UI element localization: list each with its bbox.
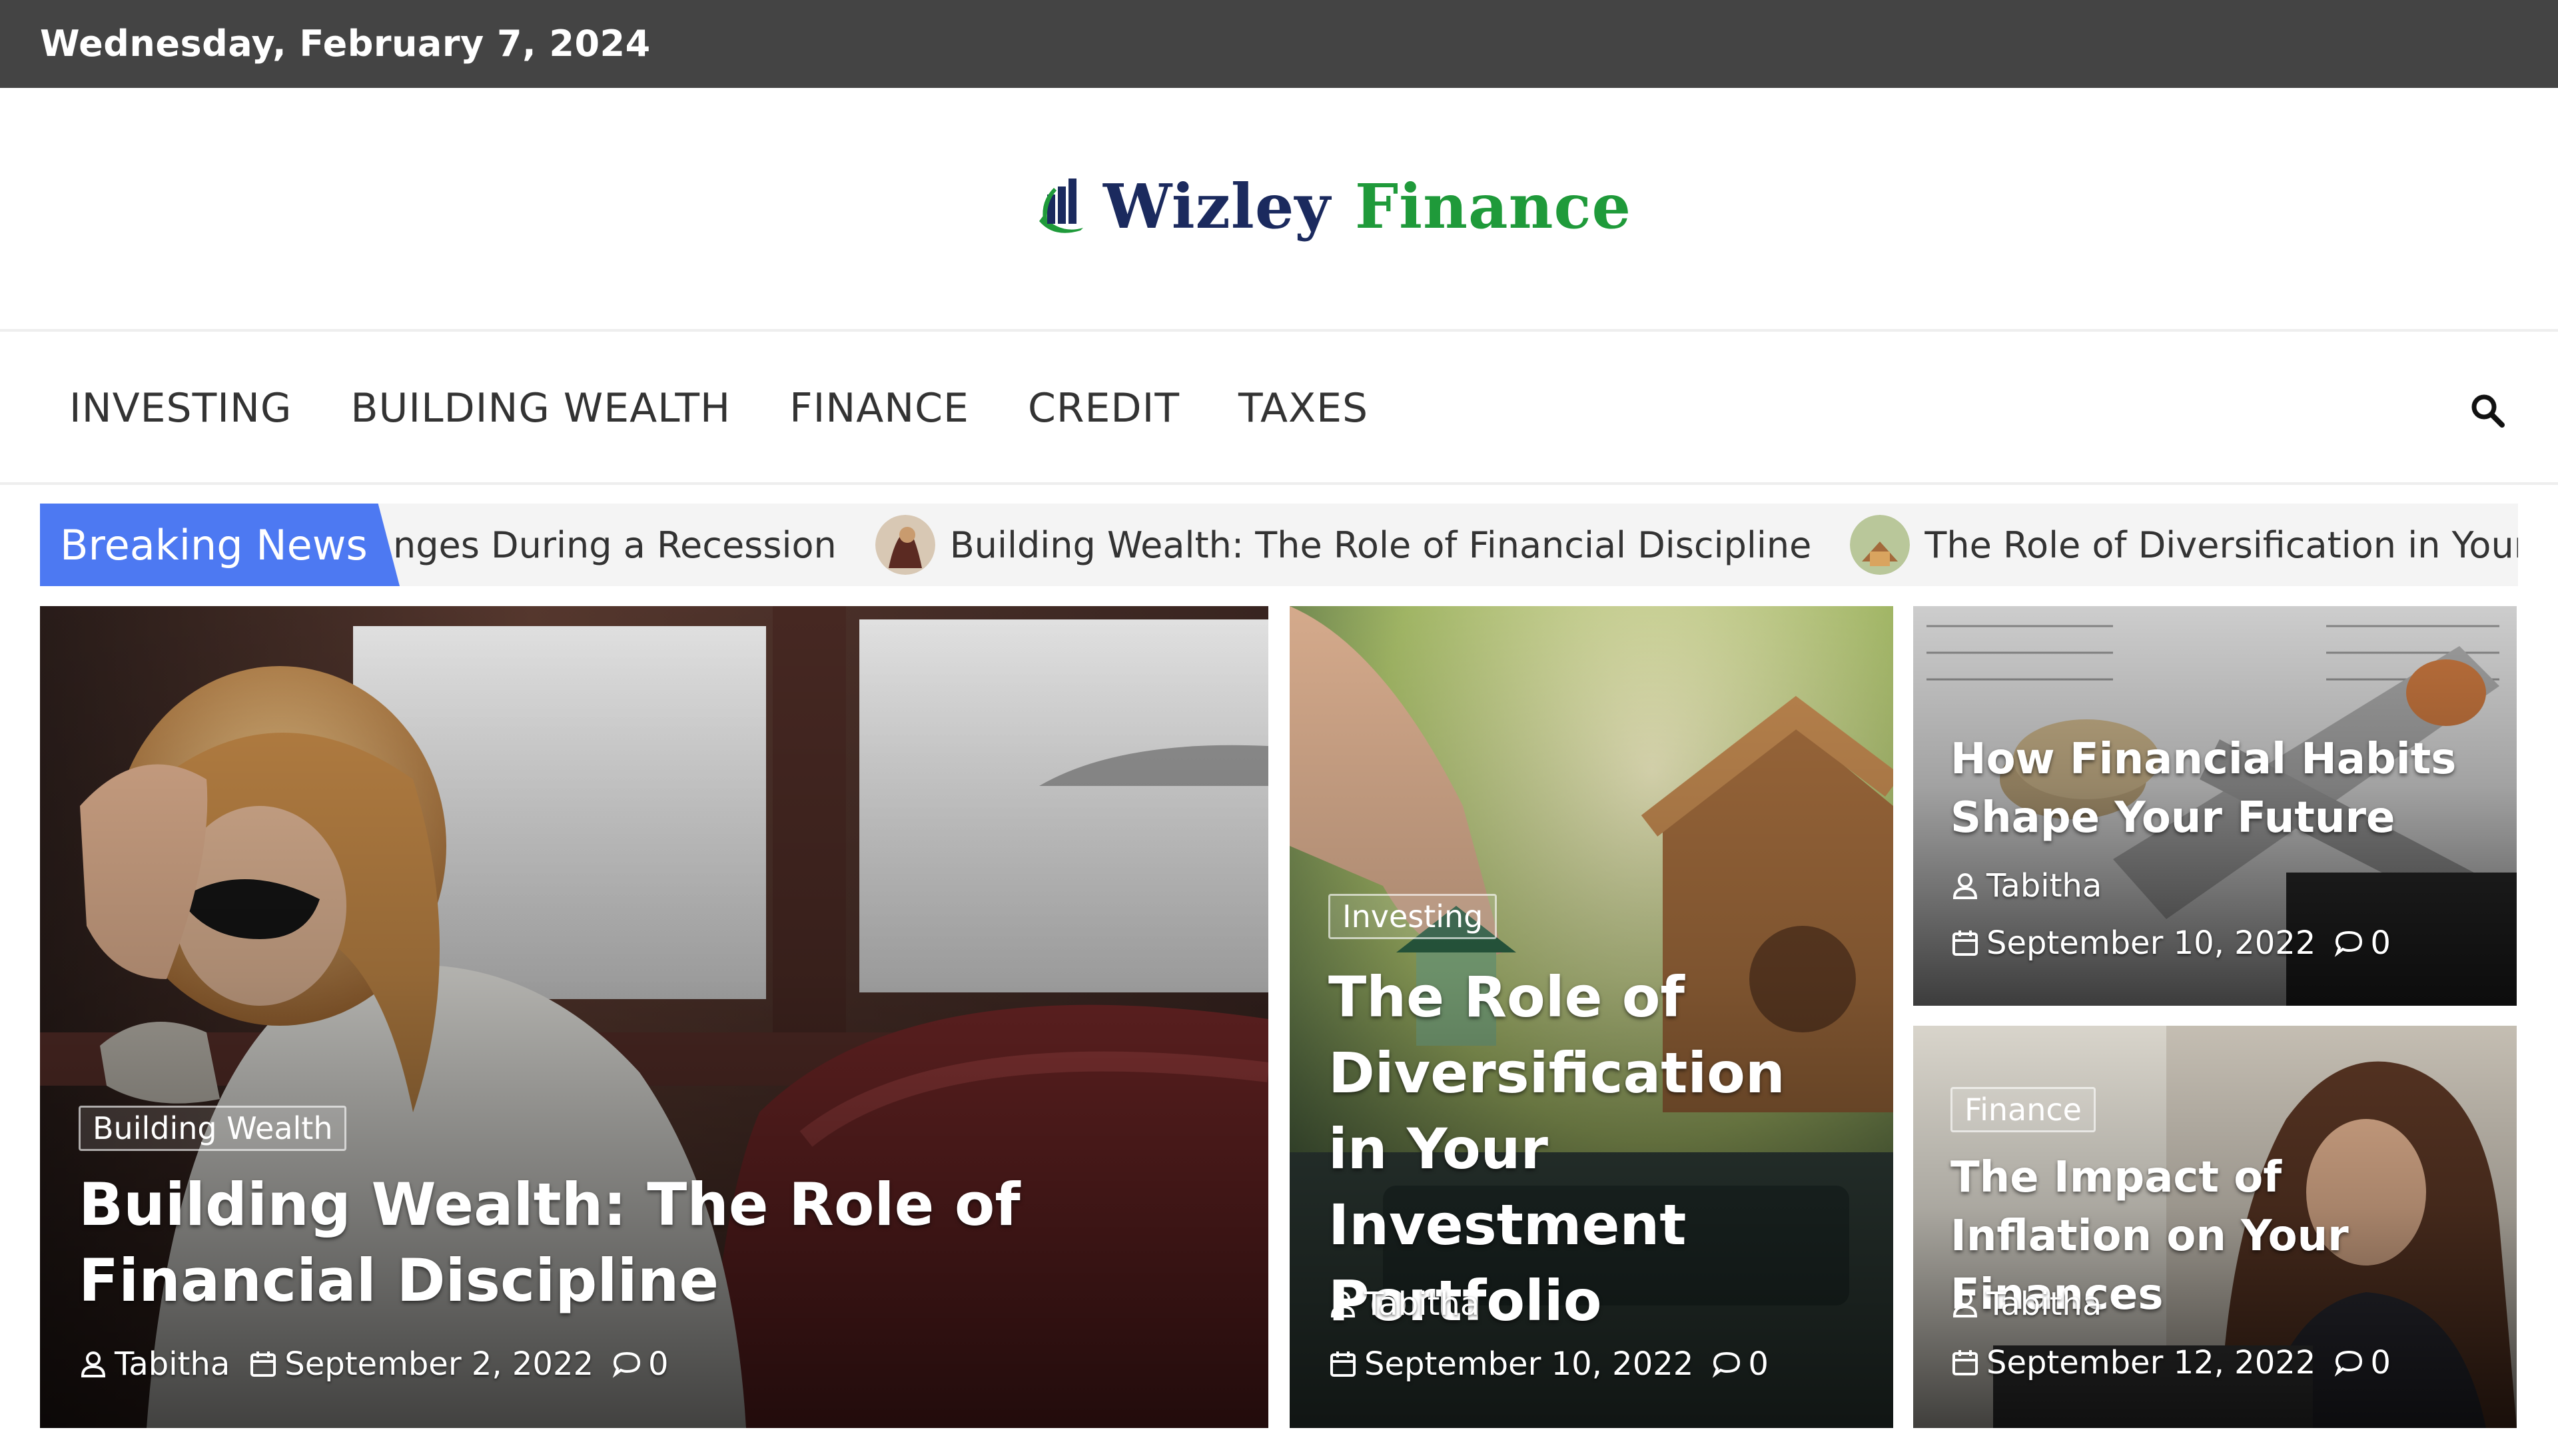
user-icon bbox=[1952, 873, 1978, 899]
nav-item-credit[interactable]: CREDIT bbox=[1028, 385, 1180, 432]
post-title[interactable]: How Financial Habits Shape Your Future bbox=[1950, 730, 2497, 847]
post-comments[interactable]: 0 bbox=[2370, 924, 2391, 962]
comment-icon bbox=[2335, 930, 2363, 957]
nav-item-investing[interactable]: INVESTING bbox=[69, 385, 292, 432]
user-icon bbox=[81, 1351, 106, 1377]
post-author[interactable]: Tabitha bbox=[1986, 1285, 2102, 1323]
category-badge[interactable]: Investing bbox=[1328, 894, 1497, 939]
featured-post-2[interactable]: Investing The Role of Diversification in… bbox=[1290, 606, 1893, 1428]
ticker-item[interactable]: The Role of Diversification in Your Inve bbox=[1850, 515, 2518, 575]
featured-post-1[interactable]: Building Wealth Building Wealth: The Rol… bbox=[40, 606, 1268, 1428]
post-date[interactable]: September 2, 2022 bbox=[284, 1345, 594, 1383]
calendar-icon bbox=[1330, 1351, 1356, 1377]
logo-building-icon bbox=[1039, 179, 1083, 233]
post-meta: Tabitha bbox=[1328, 1285, 1498, 1323]
post-meta: Tabitha bbox=[1950, 867, 2120, 905]
main-nav: INVESTING BUILDING WEALTH FINANCE CREDIT… bbox=[0, 332, 2558, 485]
nav-item-building-wealth[interactable]: BUILDING WEALTH bbox=[350, 385, 731, 432]
logo-word-wizley: Wizley bbox=[1103, 171, 1331, 242]
top-bar: Wednesday, February 7, 2024 bbox=[0, 0, 2558, 88]
post-meta: September 12, 2022 0 bbox=[1950, 1344, 2409, 1381]
search-icon[interactable] bbox=[2469, 392, 2506, 429]
user-icon bbox=[1952, 1291, 1978, 1317]
post-meta: Tabitha bbox=[1950, 1285, 2120, 1323]
current-date: Wednesday, February 7, 2024 bbox=[40, 23, 651, 65]
post-author[interactable]: Tabitha bbox=[1986, 867, 2102, 905]
post-title[interactable]: The Role of Diversification in Your Inve… bbox=[1328, 959, 1861, 1339]
ticker-thumbnail bbox=[1850, 515, 1911, 575]
comment-icon bbox=[2335, 1350, 2363, 1377]
post-date[interactable]: September 12, 2022 bbox=[1986, 1344, 2316, 1381]
post-date[interactable]: September 10, 2022 bbox=[1364, 1345, 1693, 1383]
post-meta: September 10, 2022 0 bbox=[1950, 924, 2409, 962]
post-comments[interactable]: 0 bbox=[648, 1345, 669, 1383]
breaking-news-label: Breaking News bbox=[40, 504, 400, 586]
ticker-item[interactable]: Building Wealth: The Role of Financial D… bbox=[875, 515, 1811, 575]
user-icon bbox=[1330, 1291, 1356, 1317]
nav-item-finance[interactable]: FINANCE bbox=[789, 385, 969, 432]
featured-post-4[interactable]: Finance The Impact of Inflation on Your … bbox=[1913, 1026, 2517, 1428]
post-meta: September 10, 2022 0 bbox=[1328, 1345, 1787, 1383]
category-badge[interactable]: Building Wealth bbox=[79, 1106, 347, 1151]
ticker-item[interactable]: nges During a Recession bbox=[393, 524, 837, 566]
post-author[interactable]: Tabitha bbox=[115, 1345, 230, 1383]
calendar-icon bbox=[1952, 1350, 1978, 1375]
site-logo[interactable]: Wizley Finance bbox=[1034, 167, 1631, 246]
ticker-thumbnail bbox=[875, 515, 935, 575]
featured-post-3[interactable]: How Financial Habits Shape Your Future T… bbox=[1913, 606, 2517, 1006]
post-date[interactable]: September 10, 2022 bbox=[1986, 924, 2316, 962]
logo-word-finance: Finance bbox=[1354, 171, 1632, 242]
post-title[interactable]: Building Wealth: The Role of Financial D… bbox=[79, 1167, 1211, 1319]
breaking-news-ticker: nges During a Recession Building Wealth:… bbox=[40, 504, 2518, 586]
comment-icon bbox=[612, 1351, 641, 1378]
post-author[interactable]: Tabitha bbox=[1364, 1285, 1480, 1323]
calendar-icon bbox=[250, 1351, 276, 1377]
comment-icon bbox=[1713, 1351, 1741, 1378]
calendar-icon bbox=[1952, 930, 1978, 956]
category-badge[interactable]: Finance bbox=[1950, 1087, 2096, 1132]
post-meta: Tabitha September 2, 2022 0 bbox=[79, 1345, 687, 1383]
post-comments[interactable]: 0 bbox=[1748, 1345, 1769, 1383]
post-comments[interactable]: 0 bbox=[2370, 1344, 2391, 1381]
header: Wizley Finance bbox=[0, 88, 2558, 332]
nav-item-taxes[interactable]: TAXES bbox=[1238, 385, 1368, 432]
